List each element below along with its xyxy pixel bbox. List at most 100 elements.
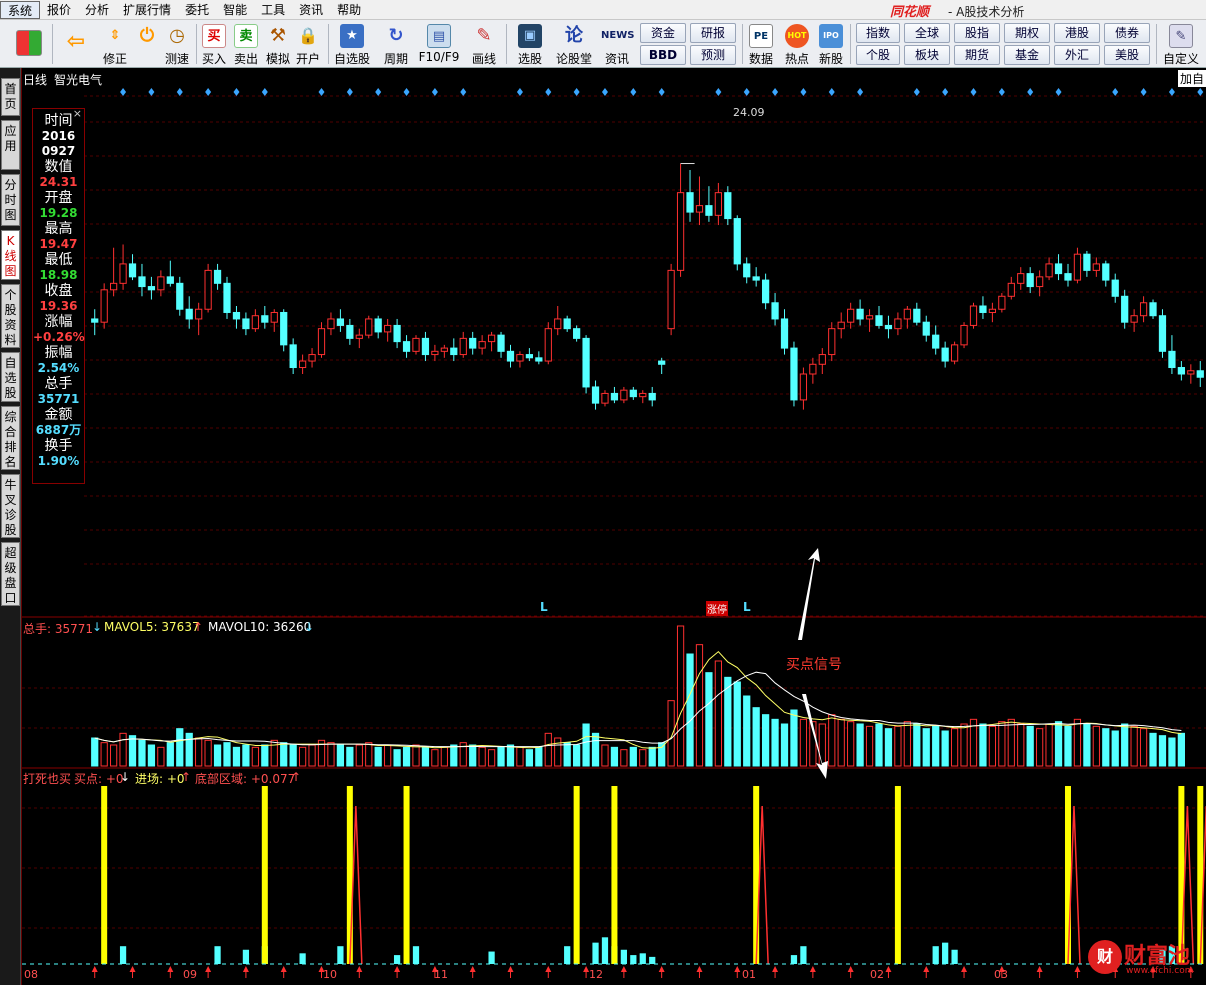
volume-bar	[431, 749, 439, 767]
kline-chart-svg[interactable]	[22, 68, 1206, 985]
us-stocks-button[interactable]: 美股	[1104, 45, 1150, 65]
news-button[interactable]: NEWS 资讯	[600, 22, 634, 66]
simulate-button[interactable]: ⚒ 模拟	[264, 22, 292, 66]
stock-picker-button[interactable]: ▣ 选股	[512, 22, 548, 66]
info-value-date-year: 2016	[41, 129, 76, 143]
watchlist-button[interactable]: ★ 自选股	[332, 22, 372, 66]
tab-kline[interactable]: K线图	[1, 230, 20, 280]
funds-button[interactable]: 基金	[1004, 45, 1050, 65]
volume-bar	[771, 718, 779, 767]
hotspot-button[interactable]: HOT 热点	[782, 22, 812, 66]
candle-body	[1017, 273, 1025, 284]
sector-button[interactable]: 板块	[904, 45, 950, 65]
close-icon[interactable]: ×	[73, 107, 82, 120]
signal-bar	[1064, 786, 1071, 964]
tab-super-panel[interactable]: 超级盘口	[1, 542, 20, 606]
volume-bar	[960, 723, 968, 767]
volume-bar	[450, 744, 458, 767]
buy-button[interactable]: 买 买入	[200, 22, 228, 66]
bbd-button[interactable]: BBD	[640, 45, 686, 65]
bonds-button[interactable]: 债券	[1104, 23, 1150, 43]
global-button[interactable]: 全球	[904, 23, 950, 43]
volume-bar	[733, 681, 741, 767]
hammer-icon: ⚒	[269, 25, 287, 46]
sell-button[interactable]: 卖 卖出	[232, 22, 260, 66]
menu-order[interactable]: 委托	[178, 1, 216, 19]
menu-help[interactable]: 帮助	[330, 1, 368, 19]
forum-icon: 论	[565, 25, 583, 46]
tab-ranking[interactable]: 综合排名	[1, 406, 20, 470]
tab-watchlist[interactable]: 自选股	[1, 352, 20, 402]
candle-body	[1158, 315, 1167, 352]
tab-home[interactable]: 首页	[1, 78, 20, 116]
candle-body	[213, 269, 222, 284]
tab-intraday[interactable]: 分时图	[1, 174, 20, 226]
up-arrow-icon	[620, 966, 627, 972]
candle-body	[761, 279, 770, 304]
volume-bar	[610, 746, 619, 767]
tab-stock-info[interactable]: 个股资料	[1, 284, 20, 348]
bottom-zone-bar	[620, 949, 627, 964]
volume-bar	[1168, 737, 1176, 767]
hk-stocks-button[interactable]: 港股	[1054, 23, 1100, 43]
capital-button[interactable]: 资金	[640, 23, 686, 43]
chart-area[interactable]	[21, 68, 1206, 985]
candle-body	[317, 328, 326, 356]
data-button[interactable]: PE 数据	[746, 22, 776, 66]
menu-system[interactable]: 系统	[0, 0, 41, 19]
up-arrow-icon	[885, 966, 892, 972]
volume-bar	[1111, 730, 1119, 767]
volume-bar	[686, 653, 694, 767]
single-stock-button[interactable]: 个股	[856, 45, 900, 65]
speedtest-button[interactable]: ◷ 测速	[162, 22, 192, 66]
forex-button[interactable]: 外汇	[1054, 45, 1100, 65]
event-diamond-icon	[800, 88, 807, 96]
home-button[interactable]	[10, 22, 48, 66]
menu-analysis[interactable]: 分析	[78, 1, 116, 19]
volume-bar	[393, 749, 401, 767]
draw-line-button[interactable]: ✎ 画线	[466, 22, 502, 66]
volume-bar	[780, 723, 789, 767]
forum-button[interactable]: 论 论股堂	[554, 22, 594, 66]
menu-extended-quote[interactable]: 扩展行情	[116, 1, 178, 19]
options-button[interactable]: 期权	[1004, 23, 1050, 43]
tab-diagnosis[interactable]: 牛叉诊股	[1, 474, 20, 538]
stock-index-button[interactable]: 股指	[954, 23, 1000, 43]
bottom-zone-bar	[242, 949, 250, 964]
candle-body	[705, 205, 713, 216]
volume-bar	[138, 739, 146, 767]
volume-bar	[119, 732, 127, 767]
clock-icon: ◷	[169, 25, 185, 46]
volume-bar	[1036, 728, 1044, 767]
volume-bar	[242, 744, 250, 767]
tab-apps[interactable]: 应用	[1, 120, 20, 170]
volume-bar	[261, 744, 269, 767]
menu-news[interactable]: 资讯	[292, 1, 330, 19]
open-account-button[interactable]: 🔒 开户	[294, 22, 322, 66]
candle-body	[110, 282, 118, 291]
candle-body	[922, 321, 930, 336]
futures-button[interactable]: 期货	[954, 45, 1000, 65]
back-button[interactable]: ⇦	[58, 22, 94, 66]
up-arrow-icon	[1074, 966, 1081, 972]
menu-tools[interactable]: 工具	[254, 1, 292, 19]
period-button[interactable]: ↻ 周期	[376, 22, 416, 66]
menu-quote[interactable]: 报价	[40, 1, 78, 19]
bottom-zone-bar	[639, 953, 646, 964]
power-button[interactable]: ⏻	[132, 22, 162, 66]
menu-smart[interactable]: 智能	[216, 1, 254, 19]
info-panel: × 时间 2016 0927 数值 24.31 开盘 19.28 最高 19.4…	[32, 107, 85, 484]
research-button[interactable]: 研报	[690, 23, 736, 43]
candle-body	[242, 318, 250, 330]
ipo-button[interactable]: IPO 新股	[816, 22, 846, 66]
index-button[interactable]: 指数	[856, 23, 900, 43]
event-diamond-icon	[233, 88, 240, 96]
fix-button[interactable]: ⇕ 修正	[100, 22, 130, 66]
add-watch-button[interactable]: 加自	[1178, 70, 1206, 87]
f10-button[interactable]: ▤ F10/F9	[418, 22, 460, 66]
event-diamond-icon	[120, 88, 127, 96]
volume-bar	[799, 718, 808, 767]
forecast-button[interactable]: 预测	[690, 45, 736, 65]
volume-bar	[384, 744, 392, 767]
customize-button[interactable]: ✎ 自定义	[1160, 22, 1202, 66]
